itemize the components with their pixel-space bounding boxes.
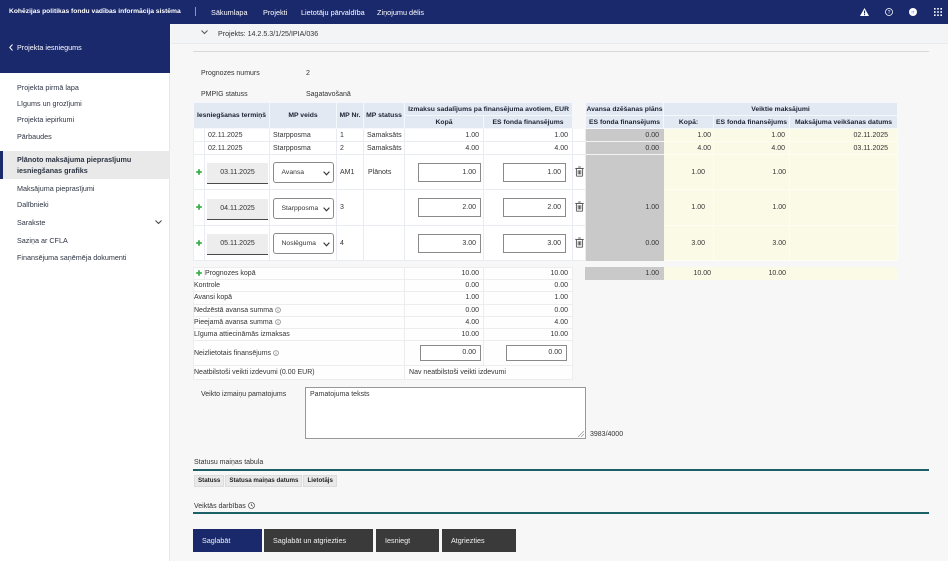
svg-text:?: ? — [888, 10, 891, 16]
